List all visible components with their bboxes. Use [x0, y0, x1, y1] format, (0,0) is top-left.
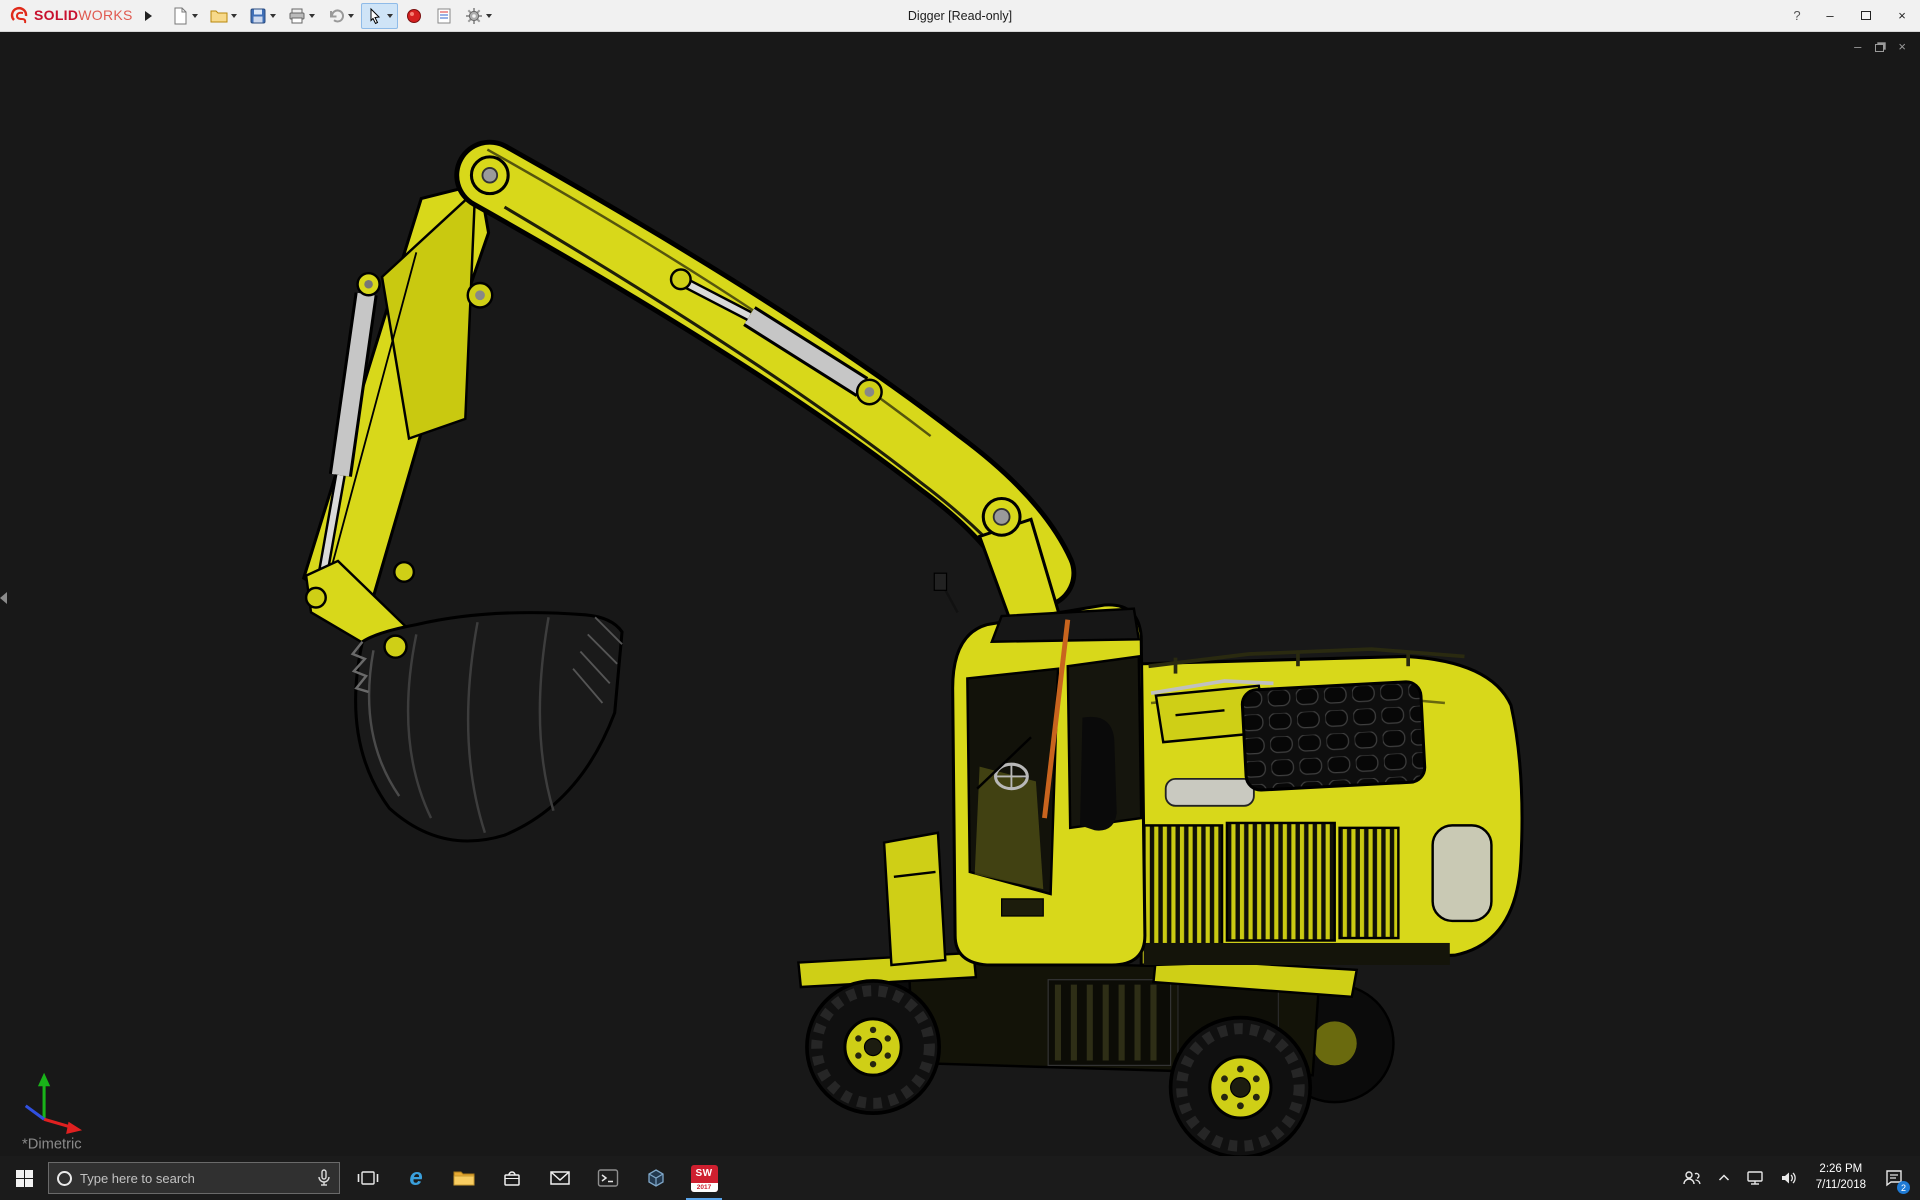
brand-solid: SOLID	[34, 6, 79, 23]
solidworks-2017-button[interactable]: SW 2017	[680, 1156, 728, 1200]
new-document-button[interactable]	[166, 3, 203, 29]
dropdown-caret[interactable]	[308, 13, 315, 18]
dropdown-caret[interactable]	[230, 13, 237, 18]
menu-expand-arrow[interactable]	[144, 10, 152, 21]
select-tool-button[interactable]	[360, 2, 398, 29]
appearance-ball-icon	[406, 8, 421, 23]
undo-button[interactable]	[322, 3, 359, 29]
dropdown-caret[interactable]	[269, 13, 276, 18]
store-button[interactable]	[488, 1156, 536, 1200]
clock-date: 7/11/2018	[1815, 1179, 1866, 1191]
document-window-controls: – ×	[1854, 40, 1906, 53]
select-cursor-icon	[370, 7, 380, 24]
ds-logo-icon	[10, 6, 28, 23]
command-prompt-button[interactable]	[584, 1156, 632, 1200]
report-button[interactable]	[430, 3, 458, 29]
graphics-viewport[interactable]: *Dimetric – ×	[0, 32, 1920, 1156]
cortana-icon[interactable]	[57, 1170, 72, 1186]
view-orientation-label: *Dimetric	[22, 1137, 82, 1153]
maximize-button[interactable]	[1848, 0, 1884, 32]
doc-minimize-icon[interactable]: –	[1854, 40, 1861, 53]
search-input[interactable]	[80, 1170, 309, 1186]
windows-taskbar: e SW 2	[0, 1156, 1920, 1200]
doc-close-icon[interactable]: ×	[1898, 40, 1906, 53]
task-view-icon	[357, 1171, 379, 1185]
volume-button[interactable]	[1774, 1156, 1804, 1200]
show-hidden-icons-button[interactable]	[1712, 1156, 1736, 1200]
save-icon	[250, 8, 266, 23]
dropdown-caret[interactable]	[386, 13, 393, 18]
system-tray: 2:26 PM 7/11/2018 2	[1676, 1156, 1920, 1200]
dropdown-caret[interactable]	[191, 13, 198, 18]
dropdown-caret[interactable]	[485, 13, 492, 18]
dropdown-caret[interactable]	[347, 13, 354, 18]
open-folder-icon	[210, 10, 228, 22]
microphone-icon[interactable]	[317, 1169, 331, 1187]
brand-works: WORKS	[78, 6, 133, 23]
store-bag-icon	[504, 1171, 520, 1186]
action-center-button[interactable]: 2	[1878, 1156, 1910, 1200]
doc-restore-icon[interactable]	[1875, 43, 1885, 52]
minimize-button[interactable]: –	[1812, 0, 1848, 32]
speaker-icon	[1781, 1172, 1796, 1184]
orientation-triad	[24, 1072, 83, 1134]
mail-envelope-icon	[550, 1171, 570, 1185]
command-prompt-icon	[597, 1169, 619, 1187]
edge-browser-button[interactable]: e	[392, 1156, 440, 1200]
edit-appearance-button[interactable]	[400, 3, 428, 29]
feature-panel-expand-arrow[interactable]	[0, 592, 7, 604]
taskbar-search[interactable]	[48, 1162, 340, 1194]
model-viewport-canvas[interactable]: *Dimetric	[0, 32, 1920, 1156]
chevron-up-icon	[1718, 1174, 1729, 1181]
new-document-icon	[174, 7, 187, 24]
options-button[interactable]	[460, 3, 497, 29]
save-button[interactable]	[244, 3, 281, 29]
document-title: Digger [Read-only]	[907, 9, 1013, 23]
clock-time: 2:26 PM	[1819, 1163, 1863, 1176]
task-view-button[interactable]	[344, 1156, 392, 1200]
network-button[interactable]	[1740, 1156, 1770, 1200]
print-icon	[289, 8, 305, 23]
help-button[interactable]: ?	[1782, 8, 1812, 23]
edge-icon: e	[409, 1164, 423, 1191]
3d-viewer-button[interactable]	[632, 1156, 680, 1200]
solidworks-2017-icon: SW 2017	[690, 1164, 718, 1192]
undo-icon	[329, 8, 344, 22]
people-icon	[1682, 1171, 1701, 1185]
solidworks-logo: SOLIDWORKS	[0, 6, 141, 26]
quick-access-toolbar	[166, 2, 497, 29]
notification-badge: 2	[1897, 1181, 1910, 1194]
close-button[interactable]: ×	[1884, 0, 1920, 32]
maximize-icon	[1861, 11, 1871, 20]
3d-cube-icon	[648, 1169, 664, 1187]
open-document-button[interactable]	[205, 3, 242, 29]
people-button[interactable]	[1676, 1156, 1708, 1200]
gear-icon	[465, 7, 482, 24]
titlebar: SOLIDWORKS Digger [Read-only] ? – ×	[0, 0, 1920, 32]
mail-button[interactable]	[536, 1156, 584, 1200]
print-button[interactable]	[283, 3, 320, 29]
excavator-model	[301, 139, 1524, 1156]
start-button[interactable]	[0, 1156, 48, 1200]
network-icon	[1746, 1171, 1763, 1185]
report-notebook-icon	[437, 8, 451, 23]
windows-logo-icon	[15, 1169, 33, 1187]
file-explorer-icon	[453, 1171, 475, 1186]
window-controls: ? – ×	[1782, 0, 1920, 32]
file-explorer-button[interactable]	[440, 1156, 488, 1200]
taskbar-clock[interactable]: 2:26 PM 7/11/2018	[1808, 1162, 1874, 1193]
